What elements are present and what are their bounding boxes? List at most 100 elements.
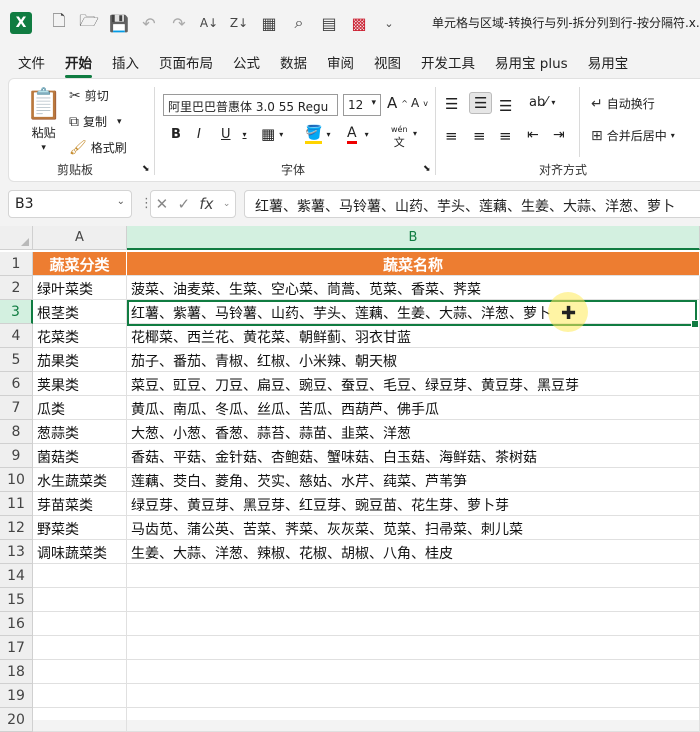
column-header-a[interactable]: A xyxy=(33,226,127,250)
font-name-select[interactable]: 阿里巴巴普惠体 3.0 55 Regu xyxy=(163,94,338,116)
table-cell[interactable]: 马齿苋、蒲公英、苦菜、荠菜、灰灰菜、苋菜、扫帚菜、刺儿菜 xyxy=(127,516,700,540)
font-size-select[interactable]: 12 ▾ xyxy=(343,94,381,116)
fill-color-button[interactable]: 🪣 ▾ xyxy=(305,125,330,144)
sort-asc-icon[interactable]: A↓ xyxy=(196,16,222,30)
merge-center-button[interactable]: ⊞ 合并后居中 ▾ xyxy=(591,127,675,144)
tab-0[interactable]: 文件 xyxy=(18,52,45,72)
table-cell[interactable]: 瓜类 xyxy=(33,396,127,420)
table-cell[interactable]: 绿豆芽、黄豆芽、黑豆芽、红豆芽、豌豆苗、花生芽、萝卜芽 xyxy=(127,492,700,516)
new-file-icon[interactable]: 🗋 xyxy=(46,10,72,37)
table-cell[interactable] xyxy=(127,636,700,660)
more-icon[interactable]: ⌄ xyxy=(376,17,402,30)
table-cell[interactable]: 菌菇类 xyxy=(33,444,127,468)
table-cell[interactable] xyxy=(33,636,127,660)
table-cell[interactable]: 茄果类 xyxy=(33,348,127,372)
sort-desc-icon[interactable]: Z↓ xyxy=(226,16,252,30)
align-center-button[interactable]: ≡ xyxy=(473,127,486,145)
redo-icon[interactable]: ↷ xyxy=(166,14,192,33)
orientation-button[interactable]: ab⁄ ▾ xyxy=(529,95,555,110)
table-cell[interactable]: 香菇、平菇、金针菇、杏鲍菇、蟹味菇、白玉菇、海鲜菇、茶树菇 xyxy=(127,444,700,468)
copy-button[interactable]: ⧉ 复制 ▾ xyxy=(69,113,122,130)
select-all-corner[interactable] xyxy=(0,226,33,250)
tab-5[interactable]: 数据 xyxy=(280,52,307,72)
table-cell[interactable]: 荚果类 xyxy=(33,372,127,396)
tab-2[interactable]: 插入 xyxy=(112,52,139,72)
row-header[interactable]: 2 xyxy=(0,276,33,300)
table-cell[interactable] xyxy=(33,612,127,636)
save-icon[interactable]: 💾 xyxy=(106,14,132,33)
increase-indent-button[interactable]: ⇥ xyxy=(553,127,565,143)
table-cell[interactable]: 调味蔬菜类 xyxy=(33,540,127,564)
table-cell[interactable]: 芽苗菜类 xyxy=(33,492,127,516)
table-cell[interactable]: 菠菜、油麦菜、生菜、空心菜、茼蒿、苋菜、香菜、荠菜 xyxy=(127,276,700,300)
table-cell[interactable]: 花菜类 xyxy=(33,324,127,348)
table-cell[interactable] xyxy=(33,684,127,708)
table-cell[interactable] xyxy=(127,612,700,636)
row-header[interactable]: 6 xyxy=(0,372,33,396)
tab-4[interactable]: 公式 xyxy=(233,52,260,72)
row-header[interactable]: 7 xyxy=(0,396,33,420)
row-header[interactable]: 14 xyxy=(0,564,33,588)
table-cell[interactable] xyxy=(127,588,700,612)
row-header[interactable]: 10 xyxy=(0,468,33,492)
row-header[interactable]: 4 xyxy=(0,324,33,348)
dialog-launcher-icon[interactable]: ⬊ xyxy=(142,164,150,174)
table-cell[interactable] xyxy=(127,564,700,588)
insert-function-icon[interactable]: fx xyxy=(199,195,213,213)
header-cell-names[interactable]: 蔬菜名称 xyxy=(127,252,700,276)
tab-8[interactable]: 开发工具 xyxy=(421,52,475,72)
row-header[interactable]: 12 xyxy=(0,516,33,540)
align-left-button[interactable]: ≡ xyxy=(445,127,458,145)
clear-icon[interactable]: ▩ xyxy=(346,14,372,33)
name-box[interactable]: B3 ⌄ xyxy=(8,190,132,218)
row-header[interactable]: 18 xyxy=(0,660,33,684)
formula-input[interactable]: 红薯、紫薯、马铃薯、山药、芋头、莲藕、生姜、大蒜、洋葱、萝卜 xyxy=(244,190,700,218)
paste-button[interactable]: 📋 粘贴 ▾ xyxy=(25,87,62,153)
table-cell[interactable]: 莲藕、茭白、菱角、芡实、慈姑、水芹、莼菜、芦苇笋 xyxy=(127,468,700,492)
table-cell[interactable]: 绿叶菜类 xyxy=(33,276,127,300)
shrink-font-button[interactable]: Av xyxy=(411,96,428,110)
form-icon[interactable]: ▤ xyxy=(316,14,342,33)
row-header[interactable]: 9 xyxy=(0,444,33,468)
open-folder-icon[interactable]: 🗁 xyxy=(76,10,102,37)
phonetic-button[interactable]: wén 文 xyxy=(391,125,408,150)
table-cell[interactable]: 茄子、番茄、青椒、红椒、小米辣、朝天椒 xyxy=(127,348,700,372)
header-cell-category[interactable]: 蔬菜分类 xyxy=(33,252,127,276)
table-cell[interactable]: 葱蒜类 xyxy=(33,420,127,444)
borders-icon[interactable]: ▦ xyxy=(256,14,282,33)
bold-button[interactable]: B xyxy=(171,127,181,142)
decrease-indent-button[interactable]: ⇤ xyxy=(527,127,539,143)
table-cell[interactable] xyxy=(33,660,127,684)
row-header[interactable]: 13 xyxy=(0,540,33,564)
row-header[interactable]: 5 xyxy=(0,348,33,372)
table-cell[interactable] xyxy=(127,684,700,708)
grow-font-button[interactable]: A ^ xyxy=(387,94,408,112)
table-cell[interactable]: 黄瓜、南瓜、冬瓜、丝瓜、苦瓜、西葫芦、佛手瓜 xyxy=(127,396,700,420)
enter-icon[interactable]: ✓ xyxy=(178,195,191,213)
wrap-text-button[interactable]: ↵ 自动换行 xyxy=(591,95,655,112)
table-cell[interactable] xyxy=(33,588,127,612)
row-header[interactable]: 8 xyxy=(0,420,33,444)
find-icon[interactable]: ⌕ xyxy=(286,13,312,33)
dialog-launcher-icon[interactable]: ⬊ xyxy=(423,164,431,174)
font-color-button[interactable]: A ▾ xyxy=(347,125,369,144)
format-painter-button[interactable]: 🖌 格式刷 xyxy=(69,139,127,156)
table-cell[interactable] xyxy=(33,564,127,588)
row-header[interactable]: 20 xyxy=(0,708,33,732)
row-header[interactable]: 15 xyxy=(0,588,33,612)
tab-6[interactable]: 审阅 xyxy=(327,52,354,72)
table-cell[interactable]: 水生蔬菜类 xyxy=(33,468,127,492)
row-header[interactable]: 1 xyxy=(0,252,33,276)
table-cell[interactable]: 生姜、大蒜、洋葱、辣椒、花椒、胡椒、八角、桂皮 xyxy=(127,540,700,564)
row-header[interactable]: 17 xyxy=(0,636,33,660)
row-header[interactable]: 19 xyxy=(0,684,33,708)
tab-10[interactable]: 易用宝 xyxy=(588,52,629,72)
table-cell[interactable] xyxy=(33,708,127,732)
italic-button[interactable]: I xyxy=(197,127,201,142)
underline-button[interactable]: U ▾ xyxy=(221,127,247,142)
table-cell[interactable]: 花椰菜、西兰花、黄花菜、朝鲜蓟、羽衣甘蓝 xyxy=(127,324,700,348)
cancel-icon[interactable]: ✕ xyxy=(156,195,169,213)
align-bottom-button[interactable]: ☰ xyxy=(499,97,512,115)
tab-1[interactable]: 开始 xyxy=(65,52,92,78)
column-header-b[interactable]: B xyxy=(127,226,700,250)
